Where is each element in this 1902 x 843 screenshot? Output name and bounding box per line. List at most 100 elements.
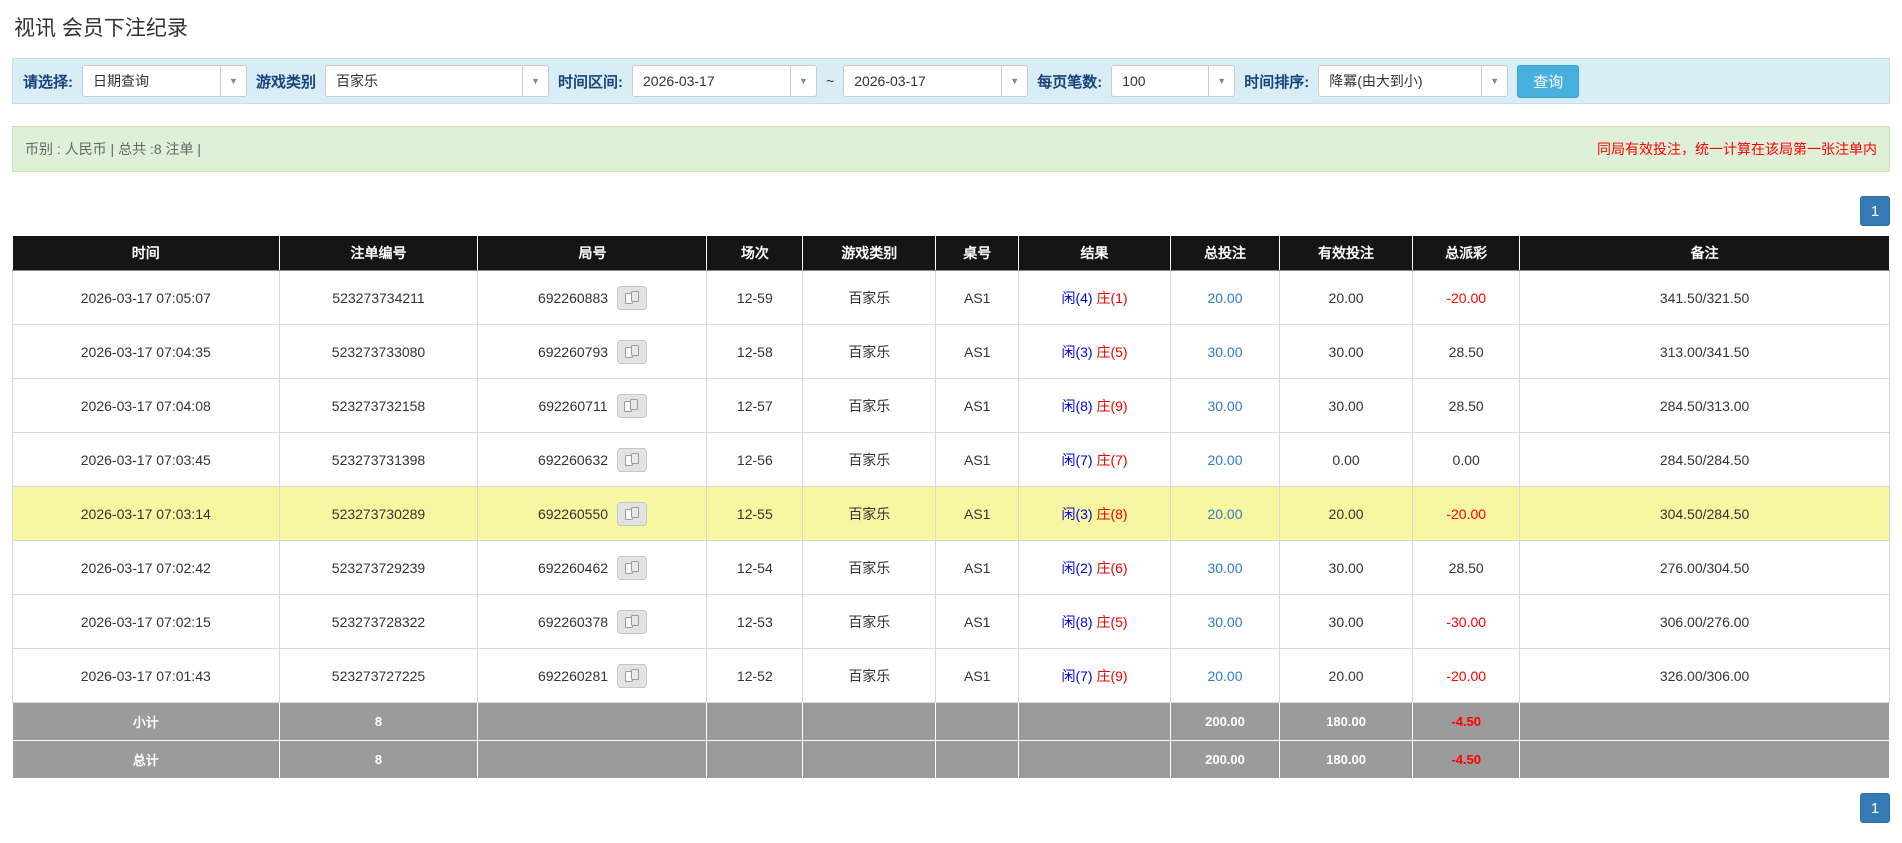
view-cards-icon[interactable]	[617, 339, 648, 364]
cell-payout: 0.00	[1412, 432, 1521, 487]
result-banker: 庄(5)	[1096, 343, 1128, 360]
table-body: 2026-03-17 07:05:07 523273734211 692260883…	[12, 270, 1890, 703]
cell-remark: 284.50/313.00	[1519, 378, 1890, 433]
subtotal-total-bet: 200.00	[1170, 702, 1280, 741]
chevron-down-icon: ▼	[220, 66, 246, 96]
total-valid-bet: 180.00	[1278, 740, 1414, 779]
total-bet-link[interactable]: 20.00	[1207, 506, 1242, 522]
view-cards-icon[interactable]	[617, 555, 648, 580]
cell-bet-id: 523273729239	[278, 540, 479, 595]
result-player: 闲(7)	[1061, 451, 1093, 468]
cell-total-bet: 20.00	[1170, 270, 1280, 325]
summary-cell	[706, 702, 804, 741]
view-cards-icon[interactable]	[616, 393, 647, 418]
page-size-select[interactable]: 100 ▼	[1111, 65, 1236, 97]
total-payout: -4.50	[1412, 740, 1521, 779]
col-header-game-type: 游戏类别	[802, 235, 937, 271]
col-header-payout: 总派彩	[1412, 235, 1521, 271]
round-number: 692260883	[537, 289, 609, 306]
view-cards-icon[interactable]	[617, 501, 648, 526]
pagination-bottom: 1	[12, 793, 1890, 823]
total-bet-link[interactable]: 20.00	[1207, 452, 1242, 468]
result-banker: 庄(6)	[1096, 559, 1128, 576]
page-button[interactable]: 1	[1860, 196, 1890, 226]
info-bar: 币别 : 人民币 | 总共 :8 注单 | 同局有效投注，统一计算在该局第一张注…	[12, 126, 1890, 172]
cell-round: 692260378	[477, 594, 708, 649]
cell-session: 12-57	[706, 378, 804, 433]
cell-valid-bet: 20.00	[1278, 648, 1414, 703]
total-bet-link[interactable]: 30.00	[1207, 344, 1242, 360]
result-player: 闲(7)	[1061, 667, 1093, 684]
round-number: 692260711	[538, 397, 608, 414]
subtotal-payout: -4.50	[1412, 702, 1521, 741]
date-from-input[interactable]: 2026-03-17 ▼	[632, 65, 818, 97]
date-range-separator: ~	[826, 73, 835, 89]
total-total-bet: 200.00	[1170, 740, 1280, 779]
cell-total-bet: 20.00	[1170, 486, 1280, 541]
round-number: 692260550	[537, 505, 609, 522]
date-to-input[interactable]: 2026-03-17 ▼	[843, 65, 1029, 97]
sort-value: 降冪(由大到小)	[1329, 73, 1423, 89]
view-cards-icon[interactable]	[617, 663, 648, 688]
total-bet-link[interactable]: 30.00	[1207, 560, 1242, 576]
round-number: 692260632	[537, 451, 609, 468]
total-bet-link[interactable]: 20.00	[1207, 668, 1242, 684]
round-number: 692260378	[537, 613, 609, 630]
cell-session: 12-54	[706, 540, 804, 595]
game-type-select[interactable]: 百家乐 ▼	[325, 65, 550, 97]
cell-total-bet: 30.00	[1170, 324, 1280, 379]
search-button[interactable]: 查询	[1517, 64, 1580, 98]
cell-valid-bet: 30.00	[1278, 378, 1414, 433]
table-row: 2026-03-17 07:03:45 523273731398 692260632…	[12, 432, 1890, 487]
cell-game-type: 百家乐	[802, 540, 937, 595]
table-header-row: 时间 注单编号 局号 场次 游戏类别 桌号 结果 总投注 有效投注 总派彩 备注	[12, 235, 1890, 271]
cell-time: 2026-03-17 07:05:07	[12, 270, 280, 325]
result-player: 闲(2)	[1061, 559, 1093, 576]
page: 视讯 会员下注纪录 请选择: 日期查询 ▼ 游戏类别 百家乐 ▼ 时间区间: 2…	[0, 0, 1902, 823]
view-cards-icon[interactable]	[617, 285, 648, 310]
chevron-down-icon: ▼	[1001, 66, 1027, 96]
cell-result: 闲(8) 庄(9)	[1018, 378, 1172, 433]
cell-payout: 28.50	[1412, 324, 1521, 379]
total-bet-link[interactable]: 20.00	[1207, 290, 1242, 306]
cell-bet-id: 523273730289	[278, 486, 479, 541]
result-banker: 庄(5)	[1096, 613, 1128, 630]
page-title: 视讯 会员下注纪录	[14, 17, 188, 40]
cell-valid-bet: 30.00	[1278, 324, 1414, 379]
col-header-time: 时间	[12, 235, 280, 271]
cell-bet-id: 523273727225	[278, 648, 479, 703]
summary-text: 币别 : 人民币 | 总共 :8 注单 |	[25, 141, 202, 157]
page-button[interactable]: 1	[1860, 793, 1890, 823]
cell-game-type: 百家乐	[802, 486, 937, 541]
col-header-result: 结果	[1018, 235, 1172, 271]
pagination-top: 1	[12, 196, 1890, 226]
cell-table-no: AS1	[935, 648, 1020, 703]
view-cards-icon[interactable]	[617, 447, 648, 472]
date-from-value: 2026-03-17	[643, 73, 715, 89]
cell-time: 2026-03-17 07:02:15	[12, 594, 280, 649]
notice-text: 同局有效投注，统一计算在该局第一张注单内	[1597, 141, 1877, 157]
view-cards-icon[interactable]	[617, 609, 648, 634]
sort-select[interactable]: 降冪(由大到小) ▼	[1318, 65, 1509, 97]
round-number: 692260793	[537, 343, 609, 360]
total-bet-link[interactable]: 30.00	[1207, 398, 1242, 414]
cell-result: 闲(7) 庄(9)	[1018, 648, 1172, 703]
cell-session: 12-56	[706, 432, 804, 487]
query-type-select[interactable]: 日期查询 ▼	[82, 65, 247, 97]
cell-total-bet: 30.00	[1170, 540, 1280, 595]
total-bet-link[interactable]: 30.00	[1207, 614, 1242, 630]
cell-round: 692260793	[477, 324, 708, 379]
cell-valid-bet: 20.00	[1278, 270, 1414, 325]
cell-table-no: AS1	[935, 594, 1020, 649]
cell-bet-id: 523273732158	[278, 378, 479, 433]
cell-remark: 326.00/306.00	[1519, 648, 1890, 703]
result-banker: 庄(8)	[1096, 505, 1128, 522]
cell-result: 闲(3) 庄(8)	[1018, 486, 1172, 541]
cell-bet-id: 523273733080	[278, 324, 479, 379]
chevron-down-icon: ▼	[1208, 66, 1234, 96]
table-row: 2026-03-17 07:02:15 523273728322 692260378…	[12, 594, 1890, 649]
filter-bar: 请选择: 日期查询 ▼ 游戏类别 百家乐 ▼ 时间区间: 2026-03-17 …	[12, 58, 1890, 104]
cell-remark: 341.50/321.50	[1519, 270, 1890, 325]
cell-valid-bet: 30.00	[1278, 594, 1414, 649]
result-banker: 庄(9)	[1096, 667, 1128, 684]
